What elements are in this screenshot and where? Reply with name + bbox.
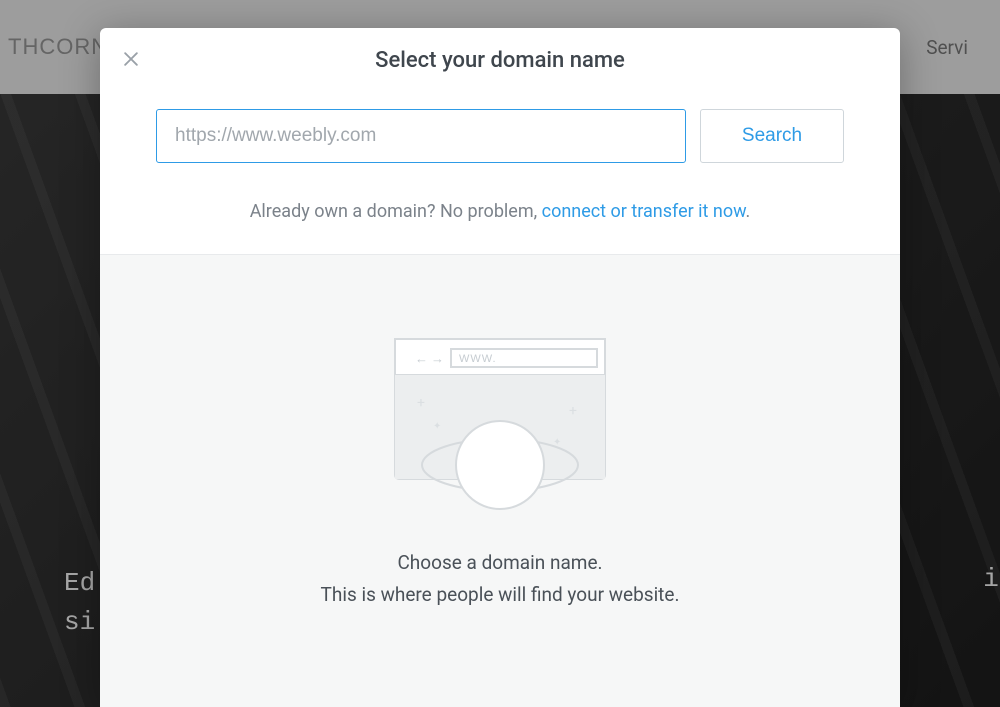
domain-modal: Select your domain name Search Already o…	[100, 28, 900, 707]
empty-line-1: Choose a domain name.	[321, 547, 680, 579]
empty-line-2: This is where people will find your webs…	[321, 579, 680, 611]
already-own-text: Already own a domain? No problem,	[250, 201, 542, 222]
already-own-row: Already own a domain? No problem, connec…	[120, 201, 880, 222]
svg-text:→: →	[431, 351, 444, 366]
illustration-url-text: WWW.	[459, 353, 497, 365]
empty-state-illustration: ← → WWW. + ✦ + ✦	[385, 335, 615, 535]
svg-text:+: +	[417, 395, 425, 411]
close-icon[interactable]	[116, 44, 146, 74]
svg-text:←: ←	[415, 351, 428, 366]
search-button[interactable]: Search	[700, 109, 844, 163]
connect-transfer-link[interactable]: connect or transfer it now	[542, 201, 746, 222]
modal-body: ← → WWW. + ✦ + ✦ Choose a domain name. T…	[100, 254, 900, 707]
svg-text:+: +	[569, 403, 577, 419]
modal-title: Select your domain name	[120, 48, 880, 73]
svg-text:✦: ✦	[433, 421, 441, 432]
modal-header-section: Select your domain name Search Already o…	[100, 28, 900, 254]
empty-state-text: Choose a domain name. This is where peop…	[321, 547, 680, 612]
already-own-period: .	[746, 201, 751, 222]
domain-input[interactable]	[156, 109, 686, 163]
search-row: Search	[156, 109, 844, 163]
